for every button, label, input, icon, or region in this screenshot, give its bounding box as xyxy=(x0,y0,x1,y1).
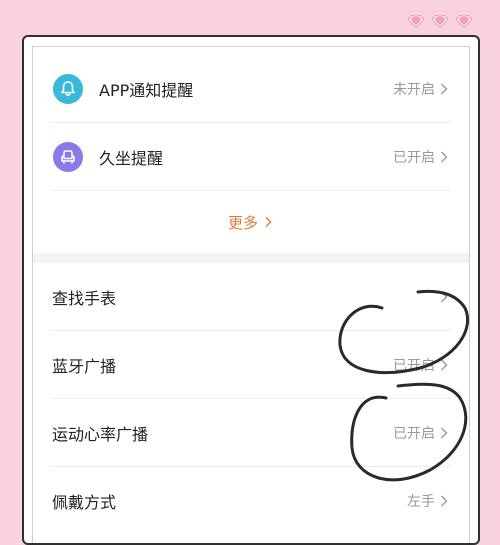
chevron-right-icon xyxy=(441,151,448,163)
more-link[interactable]: 更多 xyxy=(33,207,469,237)
chevron-right-icon xyxy=(441,291,448,303)
heart-icon xyxy=(432,14,448,28)
row-bluetooth-broadcast[interactable]: 蓝牙广播 已开启 xyxy=(33,331,469,399)
screenshot-card: APP通知提醒 未开启 久坐提醒 已开启 更多 查找手表 蓝牙广播 已开启 运动… xyxy=(22,35,480,545)
status-value: 未开启 xyxy=(393,82,435,98)
more-label: 更多 xyxy=(227,213,258,232)
chevron-right-icon xyxy=(265,217,272,227)
row-label: 蓝牙广播 xyxy=(52,357,117,376)
heart-icon xyxy=(408,14,424,28)
row-wearing-method[interactable]: 佩戴方式 左手 xyxy=(33,467,469,535)
status-value: 左手 xyxy=(407,494,435,510)
row-label: 久坐提醒 xyxy=(99,149,164,168)
chevron-right-icon xyxy=(441,495,448,507)
status-value: 已开启 xyxy=(393,358,435,374)
row-sedentary-reminder[interactable]: 久坐提醒 已开启 xyxy=(33,123,469,191)
row-label: 佩戴方式 xyxy=(52,493,117,512)
row-label: 查找手表 xyxy=(52,289,117,308)
bell-icon xyxy=(53,74,83,104)
row-app-notification[interactable]: APP通知提醒 未开启 xyxy=(33,55,469,123)
row-heart-rate-broadcast[interactable]: 运动心率广播 已开启 xyxy=(33,399,469,467)
section-gap xyxy=(33,253,469,263)
chevron-right-icon xyxy=(441,359,448,371)
row-label: 运动心率广播 xyxy=(52,425,149,444)
armchair-icon xyxy=(53,142,83,172)
decorative-hearts xyxy=(408,14,472,28)
settings-panel: APP通知提醒 未开启 久坐提醒 已开启 更多 查找手表 蓝牙广播 已开启 运动… xyxy=(32,46,470,543)
row-label: APP通知提醒 xyxy=(99,81,194,100)
heart-icon xyxy=(456,14,472,28)
status-value: 已开启 xyxy=(393,150,435,166)
chevron-right-icon xyxy=(441,427,448,439)
status-value: 已开启 xyxy=(393,426,435,442)
chevron-right-icon xyxy=(441,83,448,95)
row-find-watch[interactable]: 查找手表 xyxy=(33,263,469,331)
divider xyxy=(51,190,451,191)
